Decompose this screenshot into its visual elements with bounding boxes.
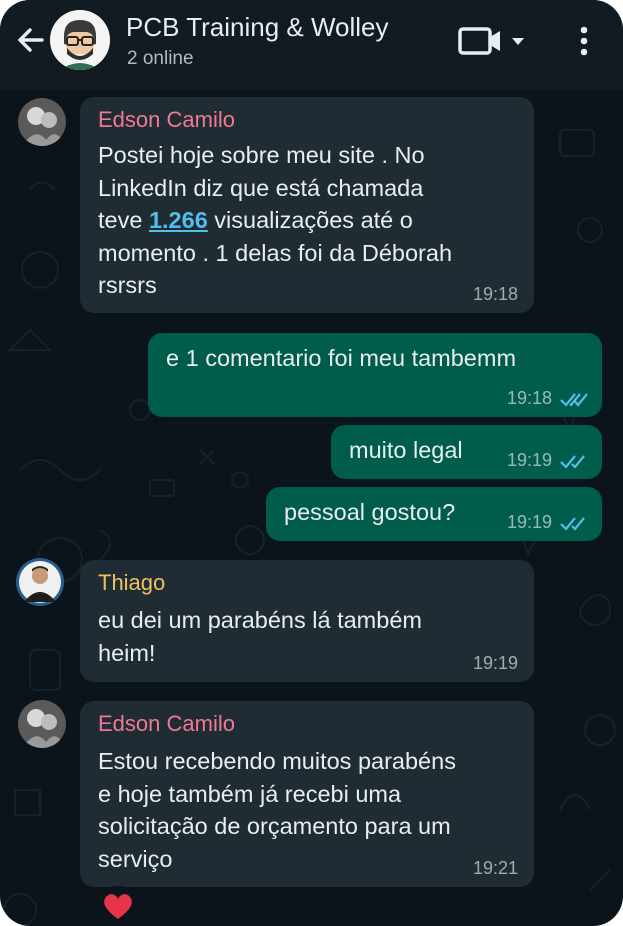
message-line: rsrsrs xyxy=(98,272,157,298)
back-arrow-icon[interactable] xyxy=(12,22,48,58)
message-bubble-outgoing[interactable]: e 1 comentario foi meu tambemm 19:18 xyxy=(148,333,602,417)
read-receipt-icon xyxy=(560,393,588,407)
video-call-icon[interactable] xyxy=(458,24,532,58)
message-sender: Edson Camilo xyxy=(98,711,235,736)
message-time: 19:19 xyxy=(472,653,518,673)
message-line: Postei hoje sobre meu site . No xyxy=(98,142,425,168)
message-text: Postei hoje sobre meu site . No LinkedIn… xyxy=(98,139,452,302)
message-text: Estou recebendo muitos parabéns e hoje t… xyxy=(98,745,456,875)
message-line: Estou recebendo muitos parabéns xyxy=(98,748,456,774)
avatar-edson-camilo[interactable] xyxy=(18,700,66,748)
heart-reaction[interactable] xyxy=(96,886,140,926)
message-bubble-outgoing[interactable]: muito legal 19:19 xyxy=(331,425,602,479)
message-time: 19:21 xyxy=(472,858,518,878)
message-time: 19:18 xyxy=(506,388,552,408)
message-line: LinkedIn diz que está chamada xyxy=(98,174,424,201)
message-time: 19:19 xyxy=(506,450,552,470)
group-avatar-illustration-icon xyxy=(50,10,110,70)
message-bubble-incoming[interactable]: Edson Camilo Postei hoje sobre meu site … xyxy=(80,97,534,313)
heart-icon xyxy=(104,894,132,919)
chat-header: PCB Training & Wolley 2 online xyxy=(0,0,623,90)
group-name[interactable]: PCB Training & Wolley xyxy=(126,12,389,43)
message-time: 19:19 xyxy=(506,512,552,532)
more-vert-icon[interactable] xyxy=(572,22,596,62)
message-text-part: visualizações até o xyxy=(207,207,413,233)
online-status: 2 online xyxy=(127,48,194,69)
message-bubble-incoming[interactable]: Thiago eu dei um parabéns lá também heim… xyxy=(80,560,534,682)
message-text: muito legal xyxy=(349,437,463,463)
avatar-edson-camilo[interactable] xyxy=(18,98,66,146)
message-line: e hoje também já recebi uma xyxy=(98,780,402,807)
message-text-part: teve xyxy=(98,207,149,233)
message-line: heim! xyxy=(98,639,156,666)
group-avatar[interactable] xyxy=(50,10,110,70)
message-sender: Thiago xyxy=(98,570,166,595)
message-sender: Edson Camilo xyxy=(98,107,235,132)
message-line: momento . 1 delas foi da Déborah xyxy=(98,239,453,266)
chevron-down-icon xyxy=(512,38,524,45)
message-line: teve 1.266 visualizações até o xyxy=(98,204,452,237)
message-text: e 1 comentario foi meu tambemm xyxy=(166,345,517,371)
avatar-thiago[interactable] xyxy=(16,558,64,606)
message-line: solicitação de orçamento para um xyxy=(98,813,451,839)
read-receipt-icon xyxy=(560,517,585,531)
message-line: serviço xyxy=(98,845,173,872)
message-line: eu dei um parabéns lá também xyxy=(98,607,422,633)
message-text: pessoal gostou? xyxy=(284,499,456,525)
message-bubble-incoming[interactable]: Edson Camilo Estou recebendo muitos para… xyxy=(80,701,534,887)
message-text: eu dei um parabéns lá também heim! xyxy=(98,604,422,669)
views-count-link[interactable]: 1.266 xyxy=(149,207,208,233)
message-bubble-outgoing[interactable]: pessoal gostou? 19:19 xyxy=(266,487,602,541)
message-time: 19:18 xyxy=(472,284,518,304)
phone-frame: PCB Training & Wolley 2 online Edson Cam… xyxy=(0,0,623,926)
read-receipt-icon xyxy=(560,455,585,469)
